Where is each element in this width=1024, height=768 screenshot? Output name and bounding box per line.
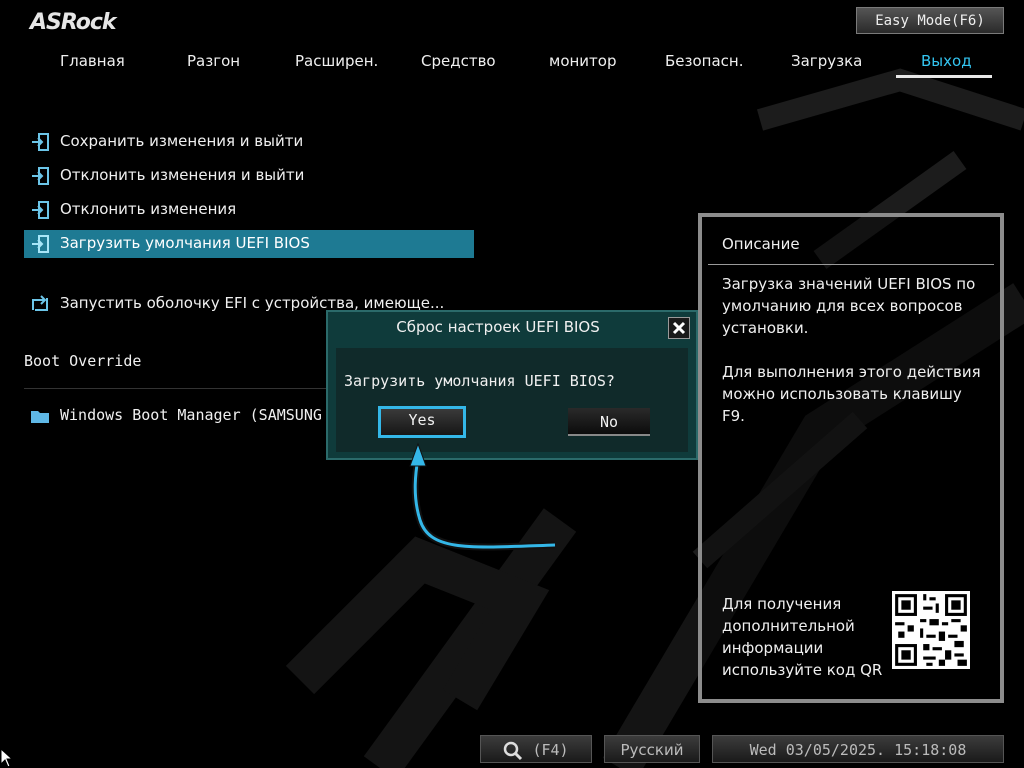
- description-panel: Описание Загрузка значений UEFI BIOS по …: [698, 213, 1004, 703]
- menu-item-save-exit[interactable]: Сохранить изменения и выйти: [24, 128, 474, 156]
- close-icon: [672, 321, 686, 335]
- tab-oc-tweaker[interactable]: Разгон: [187, 52, 240, 70]
- tab-security[interactable]: Безопасн.: [665, 52, 744, 70]
- search-button[interactable]: (F4): [480, 735, 592, 763]
- menu-item-discard-changes[interactable]: Отклонить изменения: [24, 196, 474, 224]
- dialog-body: Загрузить умолчания UEFI BIOS? Yes No: [336, 348, 688, 452]
- dialog-message: Загрузить умолчания UEFI BIOS?: [344, 372, 615, 390]
- description-title: Описание: [722, 235, 800, 253]
- asrock-logo: ASRock: [30, 10, 117, 35]
- tab-boot[interactable]: Загрузка: [791, 52, 862, 70]
- boot-override-heading: Boot Override: [24, 352, 142, 370]
- qr-code-icon: [892, 591, 970, 669]
- menu-item-label: Отклонить изменения и выйти: [60, 166, 305, 184]
- exit-door-icon: [32, 167, 49, 185]
- tab-main[interactable]: Главная: [60, 52, 125, 70]
- easy-mode-button[interactable]: Easy Mode(F6): [856, 7, 1004, 34]
- launch-shell-icon: [32, 295, 48, 311]
- active-tab-underline: [896, 75, 992, 78]
- search-icon: [504, 741, 523, 760]
- menu-item-label: Отклонить изменения: [60, 200, 237, 218]
- tab-exit[interactable]: Выход: [921, 52, 972, 70]
- exit-door-icon: [32, 235, 49, 253]
- top-nav: Главная Разгон Расширен. Средство монито…: [0, 52, 1024, 82]
- load-defaults-dialog: Сброс настроек UEFI BIOS Загрузить умолч…: [326, 310, 698, 460]
- exit-door-icon: [32, 201, 49, 219]
- dialog-close-button[interactable]: [668, 317, 690, 339]
- folder-icon: [31, 411, 49, 423]
- menu-item-label: Загрузить умолчания UEFI BIOS: [60, 234, 310, 252]
- description-text: Загрузка значений UEFI BIOS по умолчанию…: [722, 275, 976, 337]
- description-hotkey-text: Для выполнения этого действия можно испо…: [722, 363, 981, 425]
- description-qr-text: Для получения дополнительной информации …: [722, 595, 883, 679]
- tab-hw-monitor[interactable]: монитор: [549, 52, 617, 70]
- dialog-title: Сброс настроек UEFI BIOS: [396, 318, 600, 336]
- no-button[interactable]: No: [568, 408, 650, 436]
- language-button[interactable]: Русский: [604, 735, 700, 763]
- description-divider: [708, 264, 994, 265]
- yes-button[interactable]: Yes: [378, 406, 466, 438]
- menu-item-label: Сохранить изменения и выйти: [60, 132, 304, 150]
- tab-advanced[interactable]: Расширен.: [295, 52, 378, 70]
- exit-door-icon: [32, 133, 49, 151]
- mouse-cursor-icon: [0, 748, 14, 768]
- boot-item-label: Windows Boot Manager (SAMSUNG MZVL: [60, 406, 368, 424]
- tab-tool[interactable]: Средство: [421, 52, 496, 70]
- menu-item-discard-exit[interactable]: Отклонить изменения и выйти: [24, 162, 474, 190]
- datetime-display: Wed 03/05/2025. 15:18:08: [712, 735, 1004, 763]
- menu-item-load-defaults[interactable]: Загрузить умолчания UEFI BIOS: [24, 230, 474, 258]
- search-hotkey-label: (F4): [532, 741, 569, 759]
